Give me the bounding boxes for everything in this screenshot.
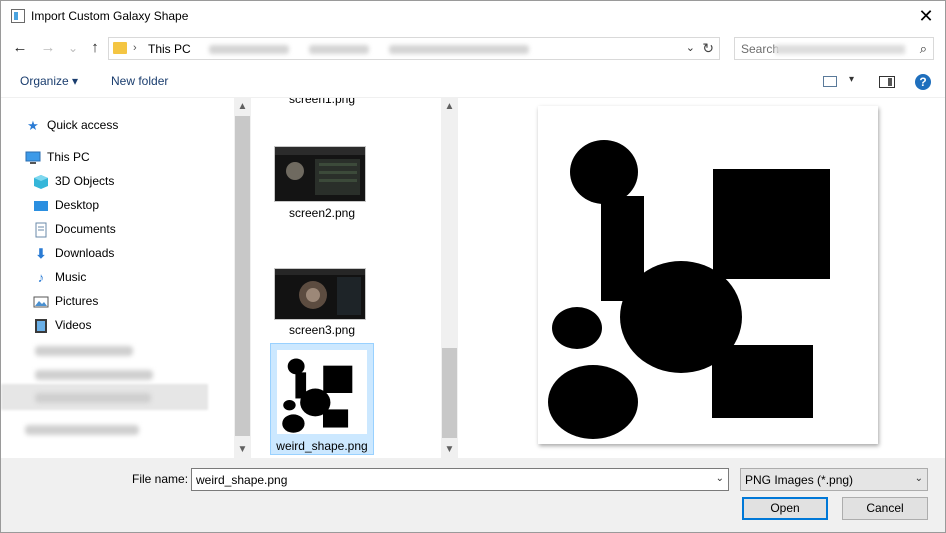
change-view-icon[interactable] [823, 76, 837, 87]
scrollbar-thumb[interactable] [235, 116, 250, 436]
file-item-label[interactable]: screen2.png [267, 206, 377, 220]
file-item-label[interactable]: screen1.png [267, 98, 377, 106]
command-toolbar: Organize ▾ New folder ▾ ? [1, 66, 945, 98]
address-dropdown-icon[interactable]: ⌄ [686, 41, 695, 54]
back-arrow-icon[interactable]: ← [11, 38, 29, 58]
preview-pane [459, 98, 945, 458]
folder-icon [113, 42, 127, 54]
navigation-pane: ★ Quick access This PC 3D Objects Deskto… [1, 98, 234, 458]
redacted-search-text [775, 45, 905, 54]
preview-pane-icon[interactable] [879, 76, 895, 88]
file-type-select[interactable]: PNG Images (*.png) ⌄ [740, 468, 928, 491]
title-bar: Import Custom Galaxy Shape ✕ [1, 1, 945, 32]
pictures-icon [33, 294, 49, 310]
music-icon: ♪ [37, 270, 45, 285]
file-name-value: weird_shape.png [196, 473, 288, 487]
open-button[interactable]: Open [742, 497, 828, 520]
file-thumbnail[interactable] [274, 268, 366, 320]
file-thumbnail[interactable] [274, 146, 366, 202]
file-name-label: File name: [132, 472, 189, 486]
search-box[interactable]: Search ⌕ [734, 37, 934, 60]
search-placeholder: Search [741, 42, 780, 56]
app-icon [11, 9, 25, 23]
file-name-dropdown-icon[interactable]: ⌄ [716, 473, 724, 484]
weird-shape-thumbnail [277, 350, 367, 434]
selected-file-item[interactable]: weird_shape.png [270, 343, 374, 455]
weird-shape-preview [548, 140, 830, 439]
address-bar[interactable]: › This PC ⌄ ↻ [108, 37, 720, 60]
file-open-dialog: Import Custom Galaxy Shape ✕ ← → ⌄ ↑ › T… [0, 0, 946, 533]
dialog-footer: File name: weird_shape.png ⌄ PNG Images … [1, 458, 945, 532]
star-icon: ★ [27, 118, 39, 133]
breadcrumb-separator: › [133, 42, 137, 54]
navigation-bar: ← → ⌄ ↑ › This PC ⌄ ↻ Search ⌕ [1, 34, 945, 64]
redacted-breadcrumb [309, 45, 369, 54]
redacted-breadcrumb [389, 45, 529, 54]
cancel-button[interactable]: Cancel [842, 497, 928, 520]
scroll-up-icon[interactable]: ▲ [234, 101, 251, 112]
redacted-drive-item[interactable] [35, 370, 153, 380]
file-item-label[interactable]: screen3.png [267, 323, 377, 337]
redacted-breadcrumb [209, 45, 289, 54]
documents-icon [33, 222, 49, 238]
forward-arrow-icon[interactable]: → [39, 38, 57, 58]
computer-icon [25, 150, 41, 166]
up-arrow-icon[interactable]: ↑ [86, 38, 104, 58]
videos-icon [33, 318, 49, 334]
scroll-up-icon[interactable]: ▲ [441, 101, 458, 112]
window-title: Import Custom Galaxy Shape [31, 9, 189, 23]
refresh-icon[interactable]: ↻ [702, 40, 714, 57]
close-icon[interactable]: ✕ [915, 5, 937, 27]
desktop-icon [33, 198, 49, 214]
file-type-dropdown-icon[interactable]: ⌄ [915, 473, 923, 484]
image-preview [538, 106, 878, 444]
scroll-down-icon[interactable]: ▼ [441, 444, 458, 455]
file-type-value: PNG Images (*.png) [745, 473, 854, 487]
redacted-network-item[interactable] [25, 425, 139, 435]
file-list-scrollbar[interactable]: ▲ ▼ [441, 98, 458, 458]
cube-icon [33, 174, 49, 190]
new-folder-button[interactable]: New folder [111, 74, 168, 88]
help-icon[interactable]: ? [915, 74, 931, 90]
recent-locations-chevron-icon[interactable]: ⌄ [64, 38, 82, 58]
redacted-drive-item[interactable] [35, 393, 151, 403]
scroll-down-icon[interactable]: ▼ [234, 444, 251, 455]
file-item-label: weird_shape.png [276, 439, 368, 453]
file-list: screen1.png screen2.png screen3.png weir… [252, 98, 441, 458]
scrollbar-thumb[interactable] [442, 348, 457, 438]
search-icon[interactable]: ⌕ [920, 41, 927, 57]
file-name-input[interactable]: weird_shape.png ⌄ [191, 468, 729, 491]
view-options-dropdown-icon[interactable]: ▾ [849, 74, 854, 85]
redacted-drive-item[interactable] [35, 346, 133, 356]
navigation-pane-scrollbar[interactable]: ▲ ▼ [234, 98, 251, 458]
breadcrumb-this-pc[interactable]: This PC [148, 42, 191, 56]
download-icon: ⬇ [35, 246, 47, 261]
organize-menu[interactable]: Organize ▾ [20, 74, 78, 88]
